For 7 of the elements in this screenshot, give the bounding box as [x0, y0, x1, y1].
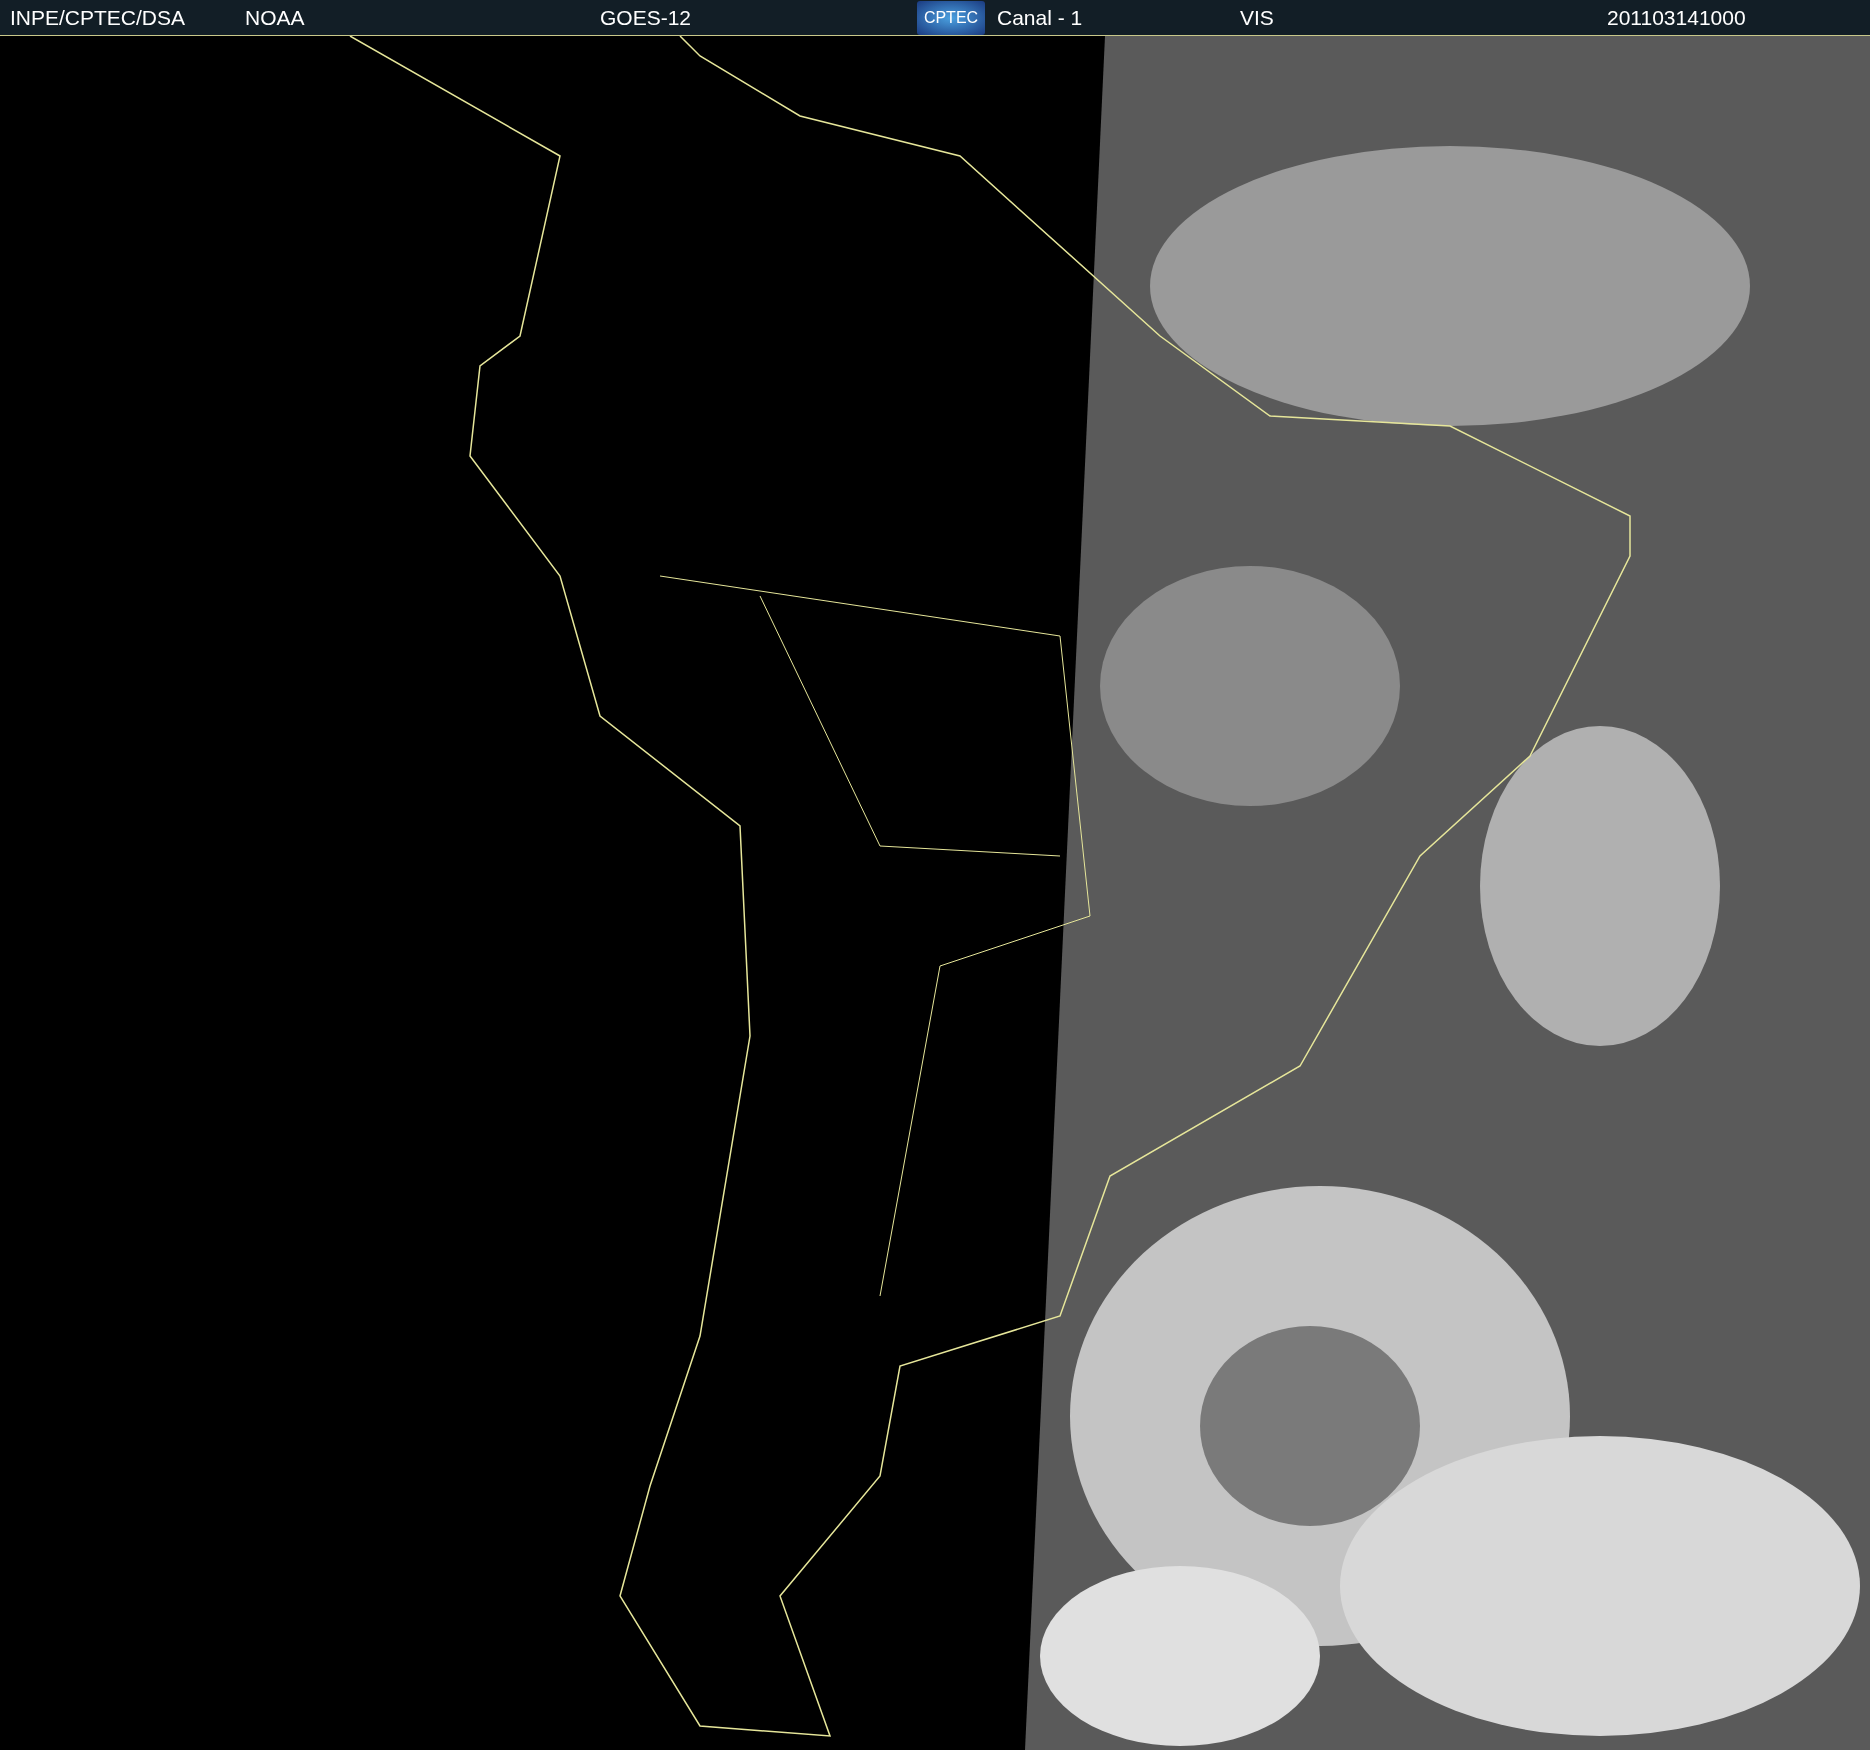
agency-label: NOAA [245, 5, 305, 30]
timestamp-label: 201103141000 [1607, 5, 1746, 30]
channel-label: Canal - 1 [997, 5, 1083, 30]
source-label: INPE/CPTEC/DSA [10, 5, 186, 30]
band-label: VIS [1240, 5, 1274, 30]
satellite-label: GOES-12 [600, 5, 692, 30]
logo: CPTEC [917, 0, 985, 35]
